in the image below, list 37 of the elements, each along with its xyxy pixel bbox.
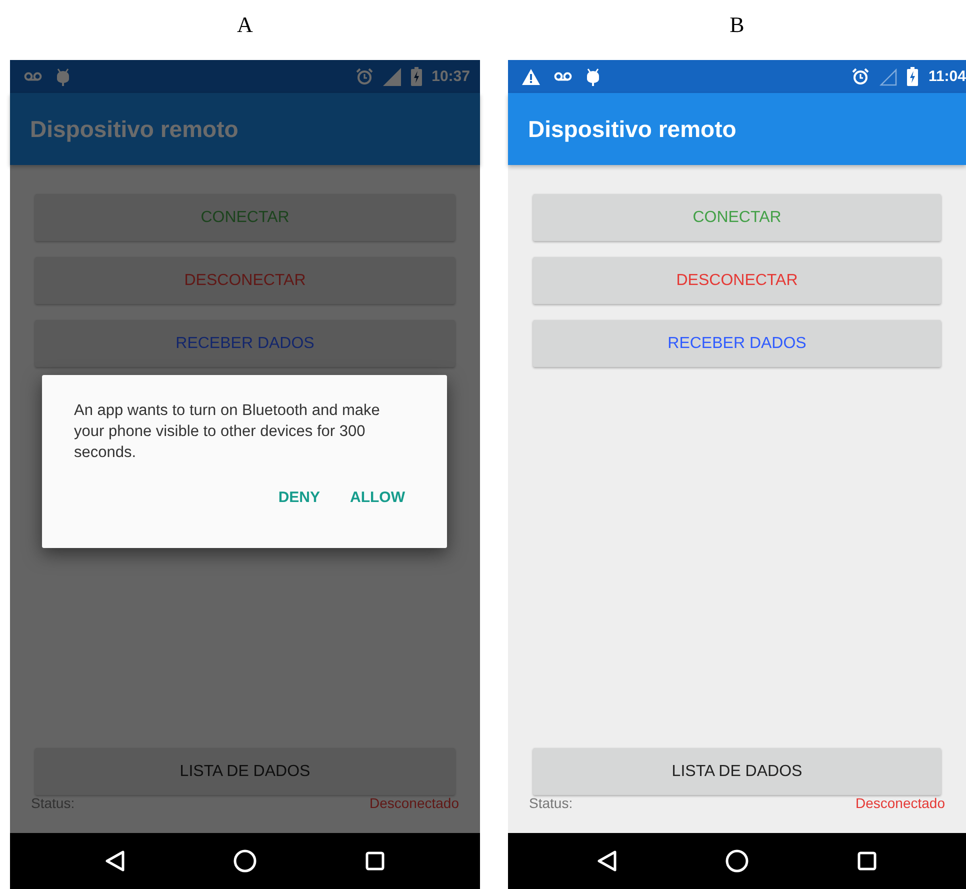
alarm-icon (356, 68, 373, 85)
action-button[interactable]: CONECTAR (533, 194, 941, 241)
dialog-message: An app wants to turn on Bluetooth and make your phone visible to other devices for 300 seconds. (74, 401, 381, 463)
status-label: Status: (529, 795, 573, 811)
status-value: Desconectado (855, 795, 945, 811)
voicemail-icon (24, 72, 42, 81)
list-button[interactable]: LISTA DE DADOS (35, 748, 455, 795)
android-icon (586, 68, 600, 86)
dialog-action-button[interactable]: DENY (270, 483, 328, 512)
panel-label: A (237, 12, 253, 38)
app-title: Dispositivo remoto (30, 116, 238, 142)
home-icon[interactable] (233, 849, 257, 873)
clock-time: 10:37 (432, 68, 470, 85)
action-button[interactable]: CONECTAR (35, 194, 455, 241)
recents-icon[interactable] (857, 851, 877, 871)
battery-charging-icon (410, 67, 422, 86)
signal-icon (382, 68, 401, 86)
warning-icon (522, 68, 540, 84)
action-button[interactable]: RECEBER DADOS (35, 320, 455, 367)
voicemail-icon (554, 72, 572, 81)
action-button[interactable]: DESCONECTAR (35, 257, 455, 304)
action-button[interactable]: DESCONECTAR (533, 257, 941, 304)
signal-icon (879, 68, 898, 86)
android-icon (56, 68, 70, 86)
list-button[interactable]: LISTA DE DADOS (533, 748, 941, 795)
clock-time: 11:04 (928, 68, 966, 85)
panel-label: B (730, 12, 744, 38)
status-value: Desconectado (369, 795, 459, 811)
battery-charging-icon (907, 67, 918, 86)
dialog-action-button[interactable]: ALLOW (342, 483, 413, 512)
recents-icon[interactable] (365, 851, 385, 871)
action-button[interactable]: RECEBER DADOS (533, 320, 941, 367)
back-icon[interactable] (105, 850, 125, 872)
home-icon[interactable] (725, 849, 749, 873)
app-title: Dispositivo remoto (528, 116, 736, 142)
alarm-icon (852, 68, 870, 85)
back-icon[interactable] (597, 850, 617, 872)
